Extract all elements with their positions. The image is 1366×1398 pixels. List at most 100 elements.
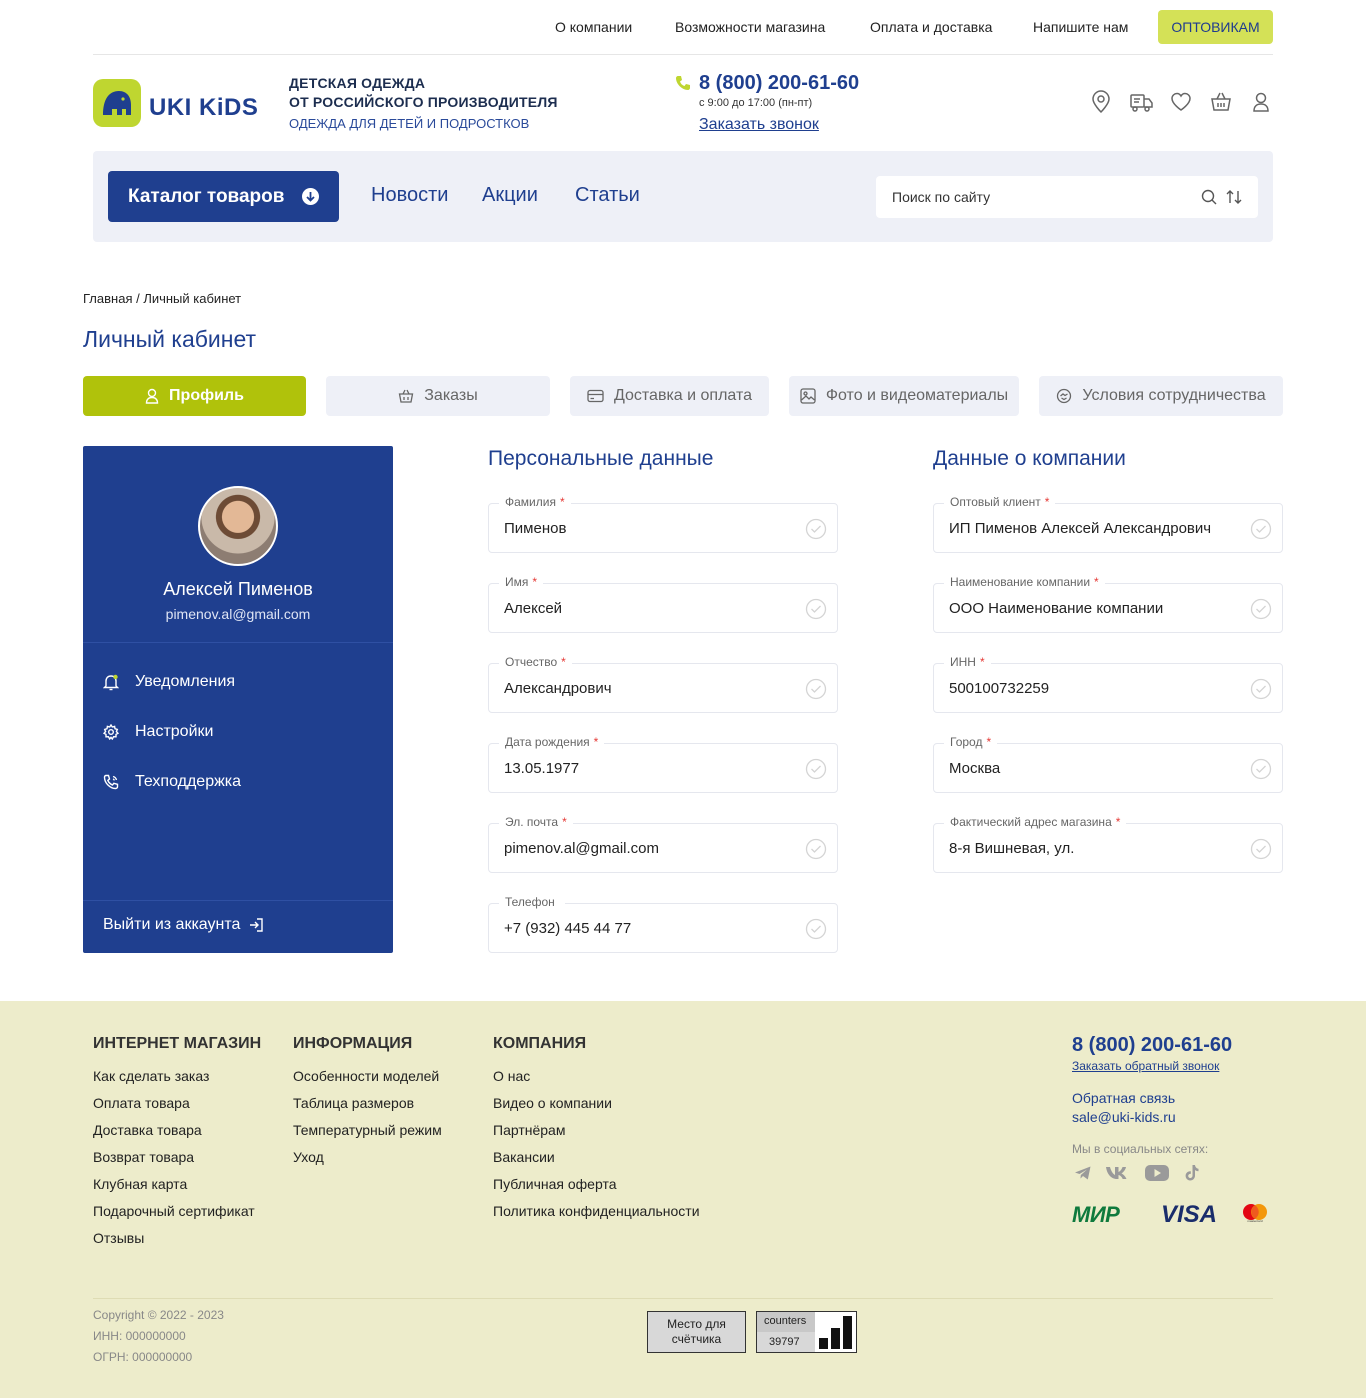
inn-input[interactable]	[934, 664, 1244, 712]
footer-link[interactable]: Клубная карта	[93, 1176, 187, 1192]
footer-email-link[interactable]: sale@uki-kids.ru	[1072, 1109, 1176, 1125]
store-address-input[interactable]	[934, 824, 1244, 872]
avatar[interactable]	[198, 486, 278, 566]
footer-link[interactable]: Подарочный сертификат	[93, 1203, 255, 1219]
ogrn-info: ОГРН: 000000000	[93, 1350, 193, 1364]
counter-placeholder: Место для счётчика	[647, 1311, 746, 1353]
tab-orders[interactable]: Заказы	[326, 376, 550, 416]
menu-label: Настройки	[135, 723, 214, 740]
callback-link[interactable]: Заказать звонок	[699, 116, 819, 134]
footer-link[interactable]: Вакансии	[493, 1149, 555, 1165]
card-divider	[83, 900, 393, 901]
menu-label: Уведомления	[135, 673, 236, 690]
personal-data-title: Персональные данные	[488, 447, 714, 470]
footer-link[interactable]: Доставка товара	[93, 1122, 202, 1138]
first-name-input[interactable]	[489, 584, 799, 632]
footer-link[interactable]: Видео о компании	[493, 1095, 612, 1111]
logout-button[interactable]: Выйти из аккаунта	[103, 916, 264, 934]
card-icon	[587, 389, 604, 403]
company-name-input[interactable]	[934, 584, 1244, 632]
company-name-field: Наименование компании *	[933, 575, 1283, 633]
telegram-icon[interactable]	[1073, 1163, 1093, 1188]
tab-photo-video[interactable]: Фото и видеоматериалы	[789, 376, 1019, 416]
tab-profile[interactable]: Профиль	[83, 376, 306, 416]
footer-col-title: ИНФОРМАЦИЯ	[293, 1035, 413, 1052]
location-icon[interactable]	[1089, 90, 1113, 114]
logo-text[interactable]: UKI KiDS	[149, 94, 258, 122]
nav-link-features[interactable]: Возможности магазина	[675, 19, 825, 35]
nav-link-contact[interactable]: Напишите нам	[1033, 19, 1128, 35]
youtube-icon[interactable]	[1144, 1164, 1170, 1187]
footer-link[interactable]: Возврат товара	[93, 1149, 194, 1165]
footer-link[interactable]: Таблица размеров	[293, 1095, 414, 1111]
footer-link[interactable]: Оплата товара	[93, 1095, 190, 1111]
catalog-button[interactable]: Каталог товаров	[108, 171, 339, 222]
last-name-input[interactable]	[489, 504, 799, 552]
tagline-line1: ДЕТСКАЯ ОДЕЖДА	[289, 75, 426, 91]
heart-icon[interactable]	[1169, 90, 1193, 114]
tab-delivery-payment[interactable]: Доставка и оплата	[570, 376, 769, 416]
logo-elephant-icon[interactable]	[93, 79, 141, 127]
phone-field: Телефон	[488, 895, 838, 953]
tab-cooperation[interactable]: Условия сотрудничества	[1039, 376, 1283, 416]
delivery-truck-icon[interactable]	[1128, 90, 1153, 114]
search-input[interactable]	[876, 176, 1196, 218]
counter-widget[interactable]: counters 39797	[756, 1311, 857, 1353]
footer-link[interactable]: Уход	[293, 1149, 324, 1165]
menu-link-promotions[interactable]: Акции	[482, 184, 538, 207]
mir-payment-logo: МИР	[1072, 1202, 1120, 1227]
footer-link[interactable]: Партнёрам	[493, 1122, 565, 1138]
profile-menu-settings[interactable]: Настройки	[103, 720, 213, 744]
patronymic-input[interactable]	[489, 664, 799, 712]
city-input[interactable]	[934, 744, 1244, 792]
nav-link-payment-delivery[interactable]: Оплата и доставка	[870, 19, 992, 35]
nav-link-about[interactable]: О компании	[555, 19, 632, 35]
footer-col-title: ИНТЕРНЕТ МАГАЗИН	[93, 1035, 262, 1052]
store-address-field: Фактический адрес магазина *	[933, 815, 1283, 873]
menu-link-news[interactable]: Новости	[371, 184, 448, 207]
footer-link[interactable]: Особенности моделей	[293, 1068, 439, 1084]
breadcrumb[interactable]: Главная / Личный кабинет	[83, 291, 241, 306]
counter-label: counters	[757, 1312, 815, 1332]
social-label: Мы в социальных сетях:	[1072, 1142, 1209, 1156]
mastercard-payment-logo: mastercard	[1240, 1203, 1270, 1230]
footer-link[interactable]: Отзывы	[93, 1230, 144, 1246]
phone-input[interactable]	[489, 904, 799, 952]
card-divider	[83, 642, 393, 643]
footer-link[interactable]: Публичная оферта	[493, 1176, 617, 1192]
basket-icon	[398, 389, 414, 403]
footer-link[interactable]: О нас	[493, 1068, 530, 1084]
search-icon[interactable]	[1201, 189, 1217, 210]
footer-feedback-link[interactable]: Обратная связь	[1072, 1090, 1175, 1106]
check-circle-icon	[805, 838, 827, 865]
footer-link[interactable]: Температурный режим	[293, 1122, 442, 1138]
copyright: Copyright © 2022 - 2023	[93, 1308, 224, 1322]
profile-menu-support[interactable]: Техподдержка	[103, 770, 241, 794]
logout-label: Выйти из аккаунта	[103, 916, 241, 933]
footer-phone[interactable]: 8 (800) 200-61-60	[1072, 1034, 1232, 1057]
check-circle-icon	[1250, 838, 1272, 865]
vk-icon[interactable]	[1105, 1164, 1131, 1187]
footer-link[interactable]: Политика конфиденциальности	[493, 1203, 700, 1219]
user-name: Алексей Пименов	[163, 579, 313, 599]
wholesale-client-input[interactable]	[934, 504, 1244, 552]
email-input[interactable]	[489, 824, 799, 872]
tagline-line3: ОДЕЖДА ДЛЯ ДЕТЕЙ И ПОДРОСТКОВ	[289, 116, 530, 131]
sort-icon[interactable]	[1226, 189, 1242, 210]
menu-link-articles[interactable]: Статьи	[575, 184, 640, 207]
footer-callback-link[interactable]: Заказать обратный звонок	[1072, 1059, 1219, 1073]
wholesale-client-field: Оптовый клиент *	[933, 495, 1283, 553]
header-phone[interactable]: 8 (800) 200-61-60	[699, 72, 859, 95]
wholesale-button[interactable]: ОПТОВИКАМ	[1158, 10, 1273, 44]
arrow-down-circle-icon	[302, 188, 319, 205]
user-icon[interactable]	[1249, 90, 1273, 114]
basket-icon[interactable]	[1209, 90, 1233, 114]
top-navigation: О компании Возможности магазина Оплата и…	[0, 0, 1366, 55]
footer-link[interactable]: Как сделать заказ	[93, 1068, 209, 1084]
check-circle-icon	[805, 598, 827, 625]
tiktok-icon[interactable]	[1183, 1164, 1201, 1187]
page-title: Личный кабинет	[83, 326, 257, 352]
profile-menu-notifications[interactable]: Уведомления	[103, 670, 235, 694]
check-circle-icon	[805, 918, 827, 945]
birth-date-input[interactable]	[489, 744, 799, 792]
